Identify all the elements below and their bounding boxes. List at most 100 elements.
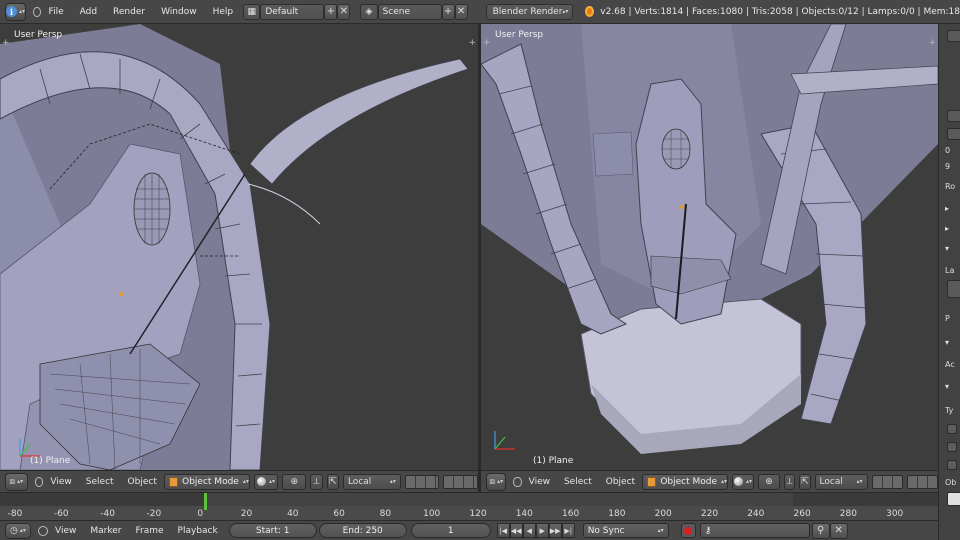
panel-button[interactable]: P	[945, 314, 950, 323]
solid-shading-icon	[734, 477, 744, 486]
render-engine-select[interactable]: Blender Render ▴▾	[485, 3, 574, 20]
layout-name-field[interactable]: Default	[260, 3, 325, 20]
add-layout-button[interactable]: +	[324, 3, 338, 20]
start-frame-field[interactable]: Start: 1	[228, 523, 317, 538]
plus-icon: +	[443, 6, 453, 17]
play-reverse-button[interactable]: ◀	[522, 523, 536, 538]
delete-scene-button[interactable]: ✕	[454, 3, 468, 20]
playback-controls: |◀ ◀◀ ◀ ▶ ▶▶ ▶|	[496, 523, 575, 538]
panel-collapse-icon[interactable]: ▾	[945, 244, 949, 253]
properties-panel[interactable]: 0 9 Ro ▸ ▸ ▾ La P ▾ Ac ▾ Ty Ob	[938, 24, 960, 540]
menu-object[interactable]: Object	[599, 477, 642, 487]
translate-toggle[interactable]: ⇱	[326, 473, 339, 490]
menu-playback[interactable]: Playback	[171, 526, 225, 536]
end-frame-field[interactable]: End: 250	[318, 523, 407, 538]
menu-window[interactable]: Window	[153, 7, 205, 17]
collapse-menus-icon[interactable]	[513, 476, 522, 487]
info-icon: i	[6, 6, 17, 17]
layer-buttons[interactable]	[404, 474, 440, 489]
manipulator-toggle[interactable]: ⟂	[310, 473, 323, 490]
collapse-menus-icon[interactable]	[33, 6, 41, 17]
properties-field[interactable]	[947, 110, 960, 122]
sync-mode-select[interactable]: No Sync ▴▾	[582, 523, 669, 538]
transform-orientation-select[interactable]: Local ▴▾	[342, 473, 401, 490]
layer-buttons[interactable]	[906, 474, 938, 489]
properties-field[interactable]	[947, 128, 960, 140]
translate-toggle[interactable]: ⇱	[799, 473, 811, 490]
jump-start-button[interactable]: |◀	[496, 523, 510, 538]
timeline-tick-label: 20	[240, 509, 253, 519]
timeline-tick-label: 0	[197, 509, 204, 519]
mode-select[interactable]: Object Mode ▴▾	[642, 473, 729, 490]
shading-select[interactable]: ▴▾	[253, 473, 279, 490]
panel-expand-icon[interactable]: ▸	[945, 224, 949, 233]
keying-set-field[interactable]: ⚷	[699, 523, 810, 538]
layer-buttons[interactable]	[871, 474, 903, 489]
shading-select[interactable]: ▴▾	[732, 473, 755, 490]
collapse-menus-icon[interactable]	[34, 476, 44, 487]
menu-render[interactable]: Render	[105, 7, 153, 17]
editor-type-button[interactable]: ⧈ ▴▾	[486, 472, 507, 491]
add-scene-button[interactable]: +	[441, 3, 455, 20]
viewport-label: User Persp	[495, 30, 544, 40]
layer-buttons[interactable]	[443, 474, 478, 489]
corner-split-icon[interactable]: +	[928, 38, 936, 48]
properties-field[interactable]	[947, 492, 960, 506]
editor-type-button[interactable]: ◷ ▴▾	[5, 522, 31, 539]
properties-tab-button[interactable]	[947, 30, 960, 42]
scene-browse-button[interactable]: ◈	[360, 3, 378, 20]
current-frame-field[interactable]: 1	[410, 523, 491, 538]
scene-name: Scene	[382, 6, 411, 17]
prev-keyframe-button[interactable]: ◀◀	[509, 523, 523, 538]
play-button[interactable]: ▶	[535, 523, 549, 538]
jump-end-button[interactable]: ▶|	[561, 523, 575, 538]
panel-collapse-icon[interactable]: ▾	[945, 382, 949, 391]
3d-view-header-right: ⧈ ▴▾ View Select Object Object Mode ▴▾ ▴…	[481, 470, 938, 492]
panel-expand-icon[interactable]: ▸	[945, 204, 949, 213]
manipulator-icon: ⟂	[313, 476, 320, 487]
menu-view[interactable]: View	[43, 477, 78, 487]
collapse-menus-icon[interactable]	[38, 525, 48, 536]
properties-field[interactable]	[947, 280, 960, 298]
mode-select[interactable]: Object Mode ▴▾	[163, 473, 250, 490]
auto-keyframe-button[interactable]	[680, 523, 696, 538]
corner-split-icon[interactable]: +	[468, 38, 476, 48]
timeline-tick-label: 220	[700, 509, 719, 519]
menu-object[interactable]: Object	[121, 477, 164, 487]
scene-name-field[interactable]: Scene	[377, 3, 442, 20]
insert-keyframe-button[interactable]: ⚲	[811, 522, 830, 539]
manipulator-toggle[interactable]: ⟂	[784, 473, 796, 490]
menu-select[interactable]: Select	[557, 477, 599, 487]
3d-viewport-left[interactable]: User Persp + + (1) Plane	[0, 24, 478, 470]
menu-view[interactable]: View	[48, 526, 83, 536]
menu-add[interactable]: Add	[72, 7, 105, 17]
panel-value: 0	[945, 146, 951, 155]
panel-collapse-icon[interactable]: ▾	[945, 338, 949, 347]
panel-checkbox-checked[interactable]	[947, 460, 957, 470]
menu-marker[interactable]: Marker	[83, 526, 128, 536]
menu-view[interactable]: View	[522, 477, 557, 487]
editor-type-button[interactable]: i ▴▾	[5, 2, 27, 21]
panel-checkbox[interactable]	[947, 442, 957, 452]
panel-checkbox[interactable]	[947, 424, 957, 434]
corner-split-icon[interactable]: +	[2, 38, 10, 48]
editor-type-button[interactable]: ⧈ ▴▾	[5, 472, 28, 491]
clock-icon: ◷	[10, 525, 18, 536]
timeline[interactable]: -80 -60 -40 -20 0 20 40 60 80 100 120 140 160 180 200 2…	[0, 492, 938, 520]
pivot-point-select[interactable]: ⊕	[758, 473, 781, 490]
timeline-tick-label: 300	[886, 509, 904, 519]
orientation-label: Local	[347, 476, 372, 487]
next-keyframe-button[interactable]: ▶▶	[548, 523, 562, 538]
corner-split-icon[interactable]: +	[483, 38, 491, 48]
transform-orientation-select[interactable]: Local ▴▾	[814, 473, 868, 490]
menu-select[interactable]: Select	[79, 477, 121, 487]
delete-keyframe-button[interactable]: ✕	[829, 522, 848, 539]
menu-frame[interactable]: Frame	[128, 526, 170, 536]
pivot-point-select[interactable]: ⊕	[282, 473, 307, 490]
chevron-updown-icon: ▴▾	[242, 477, 249, 485]
layout-browse-button[interactable]: ▦	[243, 3, 261, 20]
menu-help[interactable]: Help	[205, 7, 242, 17]
3d-viewport-right[interactable]: User Persp + + (1) Plane	[481, 24, 938, 470]
delete-layout-button[interactable]: ✕	[337, 3, 351, 20]
menu-file[interactable]: File	[41, 7, 72, 17]
